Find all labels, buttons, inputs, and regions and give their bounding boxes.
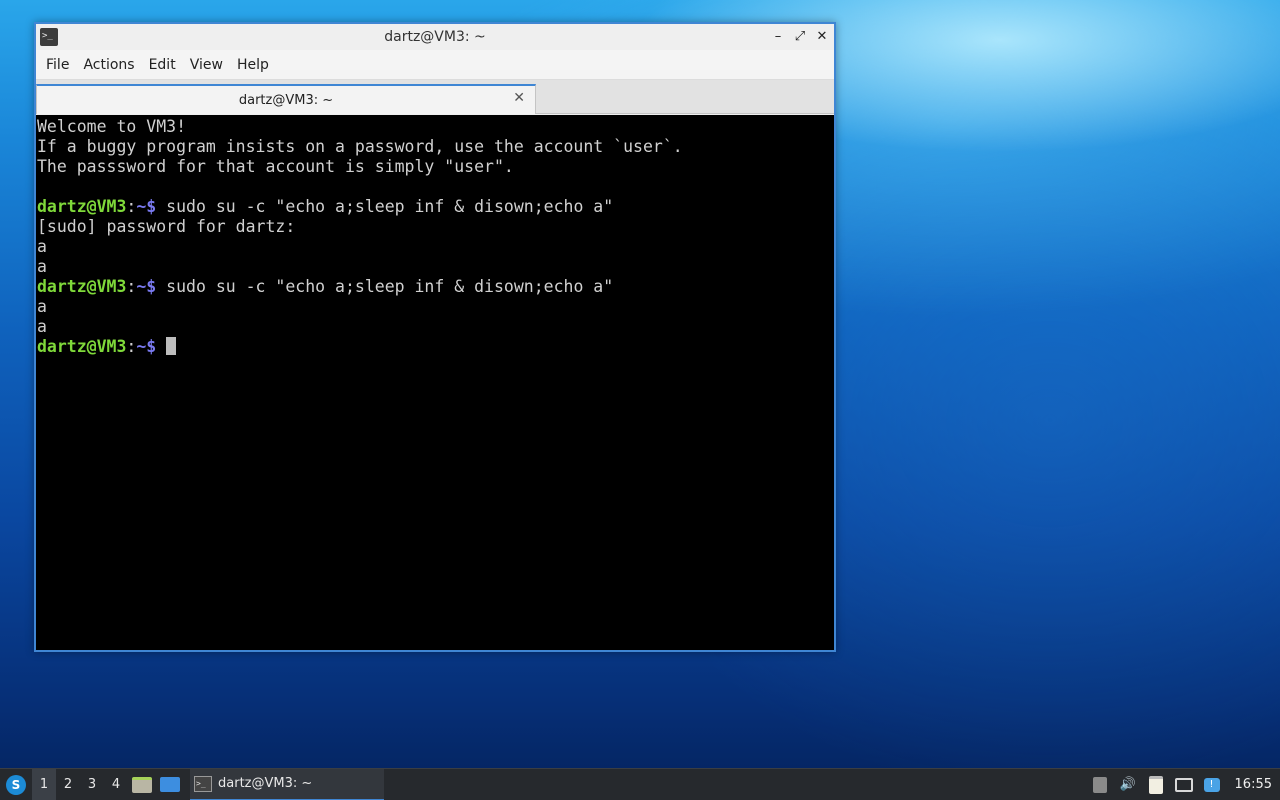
task-terminal[interactable]: >_ dartz@VM3: ~ xyxy=(190,768,384,800)
menu-edit[interactable]: Edit xyxy=(143,57,184,73)
tab-close-icon[interactable]: ✕ xyxy=(513,90,525,106)
terminal-task-icon: >_ xyxy=(194,775,212,792)
terminal-line: a xyxy=(37,317,47,336)
command-line: dartz@VM3:~$ xyxy=(37,337,834,357)
lubuntu-logo-icon: S xyxy=(6,774,26,795)
show-desktop-launcher[interactable] xyxy=(156,769,184,800)
show-desktop-icon xyxy=(160,777,180,792)
volume-icon[interactable]: 🔊 xyxy=(1119,776,1137,794)
taskbar: S 1 2 3 4 >_ dartz@VM3: ~ 🔊 ! 16:55 xyxy=(0,768,1280,800)
menu-bar: File Actions Edit View Help xyxy=(36,50,834,80)
title-bar[interactable]: >_ dartz@VM3: ~ – ⤢ ✕ xyxy=(36,24,834,50)
terminal-app-icon: >_ xyxy=(40,28,58,46)
eject-icon[interactable] xyxy=(1091,776,1109,794)
prompt-path: ~$ xyxy=(136,197,157,216)
network-icon[interactable] xyxy=(1174,776,1193,794)
terminal-line: The passsword for that account is simply… xyxy=(37,157,514,176)
desktop-4-button[interactable]: 4 xyxy=(104,769,128,800)
update-notifier-icon[interactable]: ! xyxy=(1203,776,1221,794)
update-badge: ! xyxy=(1203,777,1220,792)
menu-file[interactable]: File xyxy=(40,57,77,73)
terminal-line: a xyxy=(37,257,47,276)
file-manager-launcher[interactable] xyxy=(128,769,156,800)
maximize-icon[interactable]: ⤢ xyxy=(792,26,808,48)
terminal-line: a xyxy=(37,297,47,316)
prompt-separator: : xyxy=(126,197,137,216)
minimize-icon[interactable]: – xyxy=(770,26,786,48)
file-manager-icon xyxy=(132,776,152,793)
tab-terminal[interactable]: dartz@VM3: ~ ✕ xyxy=(36,84,536,114)
command-text xyxy=(156,337,166,356)
tab-label: dartz@VM3: ~ xyxy=(238,92,334,108)
prompt-path: ~$ xyxy=(136,337,157,356)
terminal-window: >_ dartz@VM3: ~ – ⤢ ✕ File Actions Edit … xyxy=(34,22,836,652)
system-tray: 🔊 ! 16:55 xyxy=(1091,775,1280,794)
clock[interactable]: 16:55 xyxy=(1235,777,1272,792)
desktop-3-button[interactable]: 3 xyxy=(80,769,104,800)
terminal-line: [sudo] password for dartz: xyxy=(37,217,296,236)
prompt-separator: : xyxy=(126,337,137,356)
command-text: sudo su -c "echo a;sleep inf & disown;ec… xyxy=(156,277,614,296)
window-title: dartz@VM3: ~ xyxy=(384,29,486,45)
prompt-user: dartz@VM3 xyxy=(37,277,127,296)
close-icon[interactable]: ✕ xyxy=(814,26,830,48)
prompt-path: ~$ xyxy=(136,277,157,296)
desktop-1-button[interactable]: 1 xyxy=(32,768,56,800)
command-text: sudo su -c "echo a;sleep inf & disown;ec… xyxy=(156,197,614,216)
menu-view[interactable]: View xyxy=(184,57,231,73)
window-controls: – ⤢ ✕ xyxy=(770,26,830,48)
command-line: dartz@VM3:~$ sudo su -c "echo a;sleep in… xyxy=(37,277,834,297)
prompt-separator: : xyxy=(126,277,137,296)
terminal-line: If a buggy program insists on a password… xyxy=(37,137,683,156)
terminal-output[interactable]: Welcome to VM3! If a buggy program insist… xyxy=(36,115,834,650)
menu-help[interactable]: Help xyxy=(231,57,277,73)
terminal-line: a xyxy=(37,237,47,256)
task-label: dartz@VM3: ~ xyxy=(218,776,313,791)
clipboard-icon[interactable] xyxy=(1147,775,1165,794)
start-menu-button[interactable]: S xyxy=(0,769,32,800)
desktop-2-button[interactable]: 2 xyxy=(56,769,80,800)
prompt-user: dartz@VM3 xyxy=(37,337,127,356)
terminal-cursor xyxy=(166,337,177,355)
command-line: dartz@VM3:~$ sudo su -c "echo a;sleep in… xyxy=(37,197,834,217)
tab-bar: dartz@VM3: ~ ✕ xyxy=(36,80,834,114)
terminal-line: Welcome to VM3! xyxy=(37,117,187,136)
prompt-user: dartz@VM3 xyxy=(37,197,127,216)
menu-actions[interactable]: Actions xyxy=(77,57,142,73)
